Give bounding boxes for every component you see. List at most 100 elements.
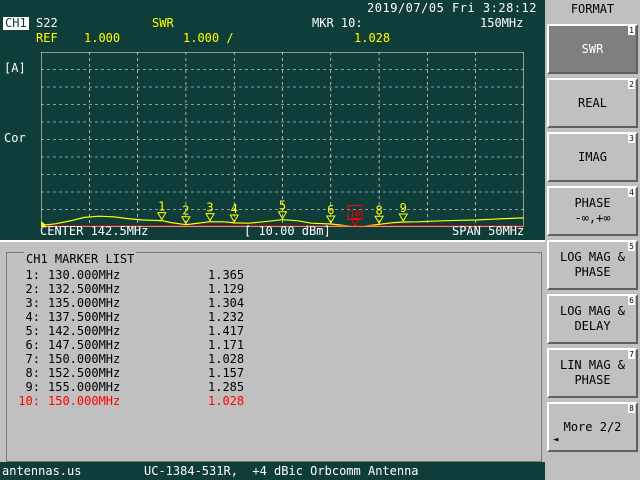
marker-label: 5: [279, 199, 286, 213]
marker-frequency: 152.500MHz: [48, 366, 121, 380]
softkey-imag[interactable]: IMAG 3: [547, 132, 638, 182]
marker-frequency: 142.500MHz: [48, 324, 121, 338]
marker-number: 10:: [18, 394, 40, 408]
softkey-label: PHASE: [574, 196, 611, 210]
softkey-number: 3: [628, 134, 635, 143]
format-label: SWR: [152, 16, 174, 30]
softkey-number: 6: [628, 296, 635, 305]
softkey-sublabel: PHASE: [574, 265, 611, 279]
marker-list-row: 6: 147.500MHz 1.171: [0, 338, 300, 352]
softkey-swr[interactable]: SWR 1: [547, 24, 638, 74]
marker-frequency: 155.000MHz: [48, 380, 121, 394]
measurement-screen: CH1 S22 SWR MKR 10: 150MHz REF 1.000 1.0…: [0, 16, 545, 240]
softkey-sublabel: -∞,+∞: [574, 211, 611, 225]
marker-value: 1.129: [208, 282, 245, 296]
ref-label: REF: [36, 31, 58, 45]
ref-value: 1.000: [84, 31, 121, 45]
marker-frequency: 130.000MHz: [48, 268, 121, 282]
marker-label: 6: [327, 203, 334, 217]
marker-label: 2: [182, 204, 189, 218]
marker-frequency: 150.000MHz: [48, 394, 121, 408]
datetime: 2019/07/05 Fri 3:28:12: [367, 1, 537, 15]
softkey-label: SWR: [581, 41, 604, 56]
softkey-sublabel: DELAY: [574, 319, 611, 333]
marker-frequency: 132.500MHz: [48, 282, 121, 296]
marker-number: 4:: [25, 310, 40, 324]
unit-label: [A]: [4, 61, 26, 75]
marker-value: 1.157: [208, 366, 245, 380]
marker-number: 5:: [25, 324, 40, 338]
softkey-number: 2: [628, 80, 635, 89]
softkey-phase[interactable]: PHASE -∞,+∞ 4: [547, 186, 638, 236]
status-bar: 2019/07/05 Fri 3:28:12: [0, 0, 545, 16]
marker-frequency: 147.500MHz: [48, 338, 121, 352]
marker-frequency: 150.000MHz: [48, 352, 121, 366]
softkey-label: REAL: [578, 95, 607, 110]
marker-number: 3:: [25, 296, 40, 310]
softkey-log-mag-phase[interactable]: LOG MAG & PHASE 5: [547, 240, 638, 290]
marker-list-row: 9: 155.000MHz 1.285: [0, 380, 300, 394]
marker-frequency: 135.000MHz: [48, 296, 121, 310]
softkey-more-2-2[interactable]: More 2/2 8 ◄: [547, 402, 638, 452]
softkey-label: LOG MAG &: [559, 250, 626, 264]
softkey-lin-mag-phase[interactable]: LIN MAG & PHASE 7: [547, 348, 638, 398]
marker-list-row: 3: 135.000MHz 1.304: [0, 296, 300, 310]
parameter-label: S22: [36, 16, 58, 30]
softkey-number: 8: [628, 404, 635, 413]
marker-value: 1.171: [208, 338, 245, 352]
marker-label: 1: [158, 200, 165, 214]
marker-value: 1.285: [208, 380, 245, 394]
marker-value: 1.304: [208, 296, 245, 310]
marker-list-row: 10: 150.000MHz 1.028: [0, 394, 300, 408]
marker-value: 1.417: [208, 324, 245, 338]
marker-label: 9: [400, 201, 407, 215]
softkey-label: IMAG: [578, 149, 607, 164]
marker-list-panel: CH1 MARKER LIST 1: 130.000MHz 1.365 2: 132.5…: [0, 240, 545, 462]
softkey-number: 5: [628, 242, 635, 251]
marker-value: 1.232: [208, 310, 245, 324]
footer-right: UC-1384-531R, +4 dBic Orbcomm Antenna: [144, 464, 419, 478]
softkey-log-mag-delay[interactable]: LOG MAG & DELAY 6: [547, 294, 638, 344]
marker-number: 7:: [25, 352, 40, 366]
marker-list-title: CH1 MARKER LIST: [24, 252, 137, 266]
left-arrow-icon: ◄: [553, 435, 559, 445]
marker-number: 1:: [25, 268, 40, 282]
footer-left: antennas.us: [2, 464, 82, 478]
marker-label: 3: [206, 201, 213, 215]
marker-number: 6:: [25, 338, 40, 352]
softkey-panel: FORMAT SWR 1 REAL 2 IMAG 3 PHASE -∞,+∞ 4 LOG MAG …: [545, 0, 640, 480]
marker-list-row: 8: 152.500MHz 1.157: [0, 366, 300, 380]
span-frequency: SPAN 50MHz: [452, 224, 525, 238]
softkey-menu-title: FORMAT: [570, 2, 615, 16]
softkey-real[interactable]: REAL 2: [547, 78, 638, 128]
marker-number: 8:: [25, 366, 40, 380]
marker-list-row: 7: 150.000MHz 1.028: [0, 352, 300, 366]
softkey-label: LOG MAG &: [559, 304, 626, 318]
marker-frequency: 137.500MHz: [48, 310, 121, 324]
marker-number: 2:: [25, 282, 40, 296]
marker-readout-value: 1.028: [354, 31, 391, 45]
marker-value: 1.028: [208, 394, 245, 408]
marker-list-row: 2: 132.500MHz 1.129: [0, 282, 300, 296]
marker-number: 9:: [25, 380, 40, 394]
marker-label: 8: [375, 203, 382, 217]
center-frequency: CENTER 142.5MHz: [40, 224, 149, 238]
marker-list-row: 4: 137.500MHz 1.232: [0, 310, 300, 324]
marker-list-row: 1: 130.000MHz 1.365: [0, 268, 300, 282]
marker-readout-label: MKR 10:: [312, 16, 363, 30]
marker-label: 10: [350, 210, 361, 220]
marker-list-row: 5: 142.500MHz 1.417: [0, 324, 300, 338]
source-power: [ 10.00 dBm]: [244, 224, 331, 238]
softkey-label: More 2/2: [563, 419, 622, 434]
softkey-number: 4: [628, 188, 635, 197]
scale-value: 1.000 /: [183, 31, 234, 45]
softkey-sublabel: PHASE: [574, 373, 611, 387]
channel-label: CH1: [3, 16, 29, 30]
softkey-number: 7: [628, 350, 635, 359]
swr-plot: 1 2 3 4 5 6 10 8 9: [41, 52, 524, 227]
softkey-number: 1: [628, 26, 635, 35]
marker-value: 1.028: [208, 352, 245, 366]
correction-label: Cor: [4, 131, 26, 145]
marker-label: 4: [231, 202, 238, 216]
marker-value: 1.365: [208, 268, 245, 282]
